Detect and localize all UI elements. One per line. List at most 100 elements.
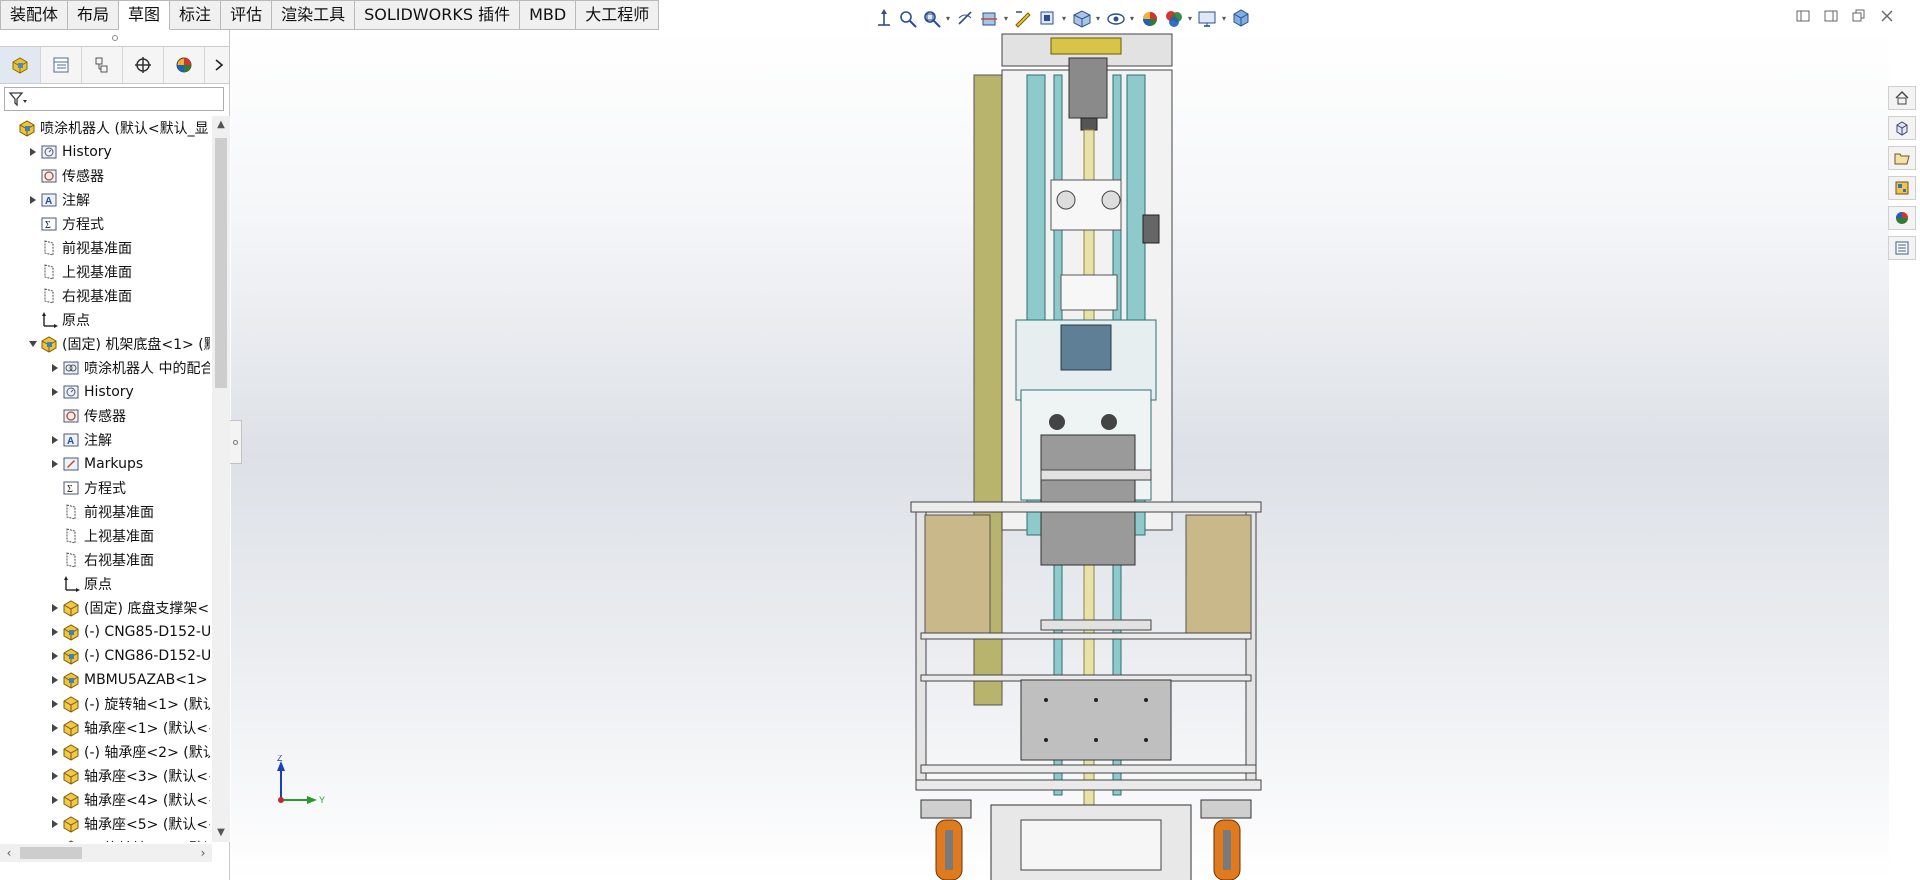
tree-item[interactable]: 右视基准面 (0, 548, 210, 572)
previous-view-icon[interactable] (954, 7, 976, 29)
tree-item[interactable]: (-) CNG85-D152-U (0, 620, 210, 644)
scroll-thumb[interactable] (215, 138, 227, 388)
expand-arrow-icon[interactable] (48, 812, 62, 836)
scroll-up-icon[interactable]: ▲ (212, 116, 230, 134)
tree-item[interactable]: (-) 旋转轴<3> (默认 (0, 836, 210, 842)
tree-item[interactable]: Σ 方程式 (0, 212, 210, 236)
dropdown-arrow-icon[interactable]: ▾ (1128, 7, 1136, 29)
tab-7[interactable]: MBD (520, 0, 577, 30)
zoom-area-icon[interactable] (920, 7, 942, 29)
expand-arrow-icon[interactable] (48, 692, 62, 716)
zoom-fit-icon[interactable] (896, 7, 918, 29)
appearances-icon[interactable] (1888, 206, 1916, 230)
expand-arrow-icon[interactable] (48, 836, 62, 842)
expand-arrow-icon[interactable] (48, 740, 62, 764)
expand-arrow-icon[interactable] (26, 188, 40, 212)
tree-item[interactable]: 轴承座<5> (默认<< (0, 812, 210, 836)
apply-scene-icon[interactable] (1162, 7, 1184, 29)
display-style-icon[interactable] (1070, 7, 1092, 29)
tab-2[interactable]: 草图 (119, 0, 171, 30)
tree-item[interactable]: A 注解 (0, 428, 210, 452)
tree-item[interactable]: 上视基准面 (0, 260, 210, 284)
graphics-area[interactable]: Z Y (231, 30, 1889, 880)
expand-arrow-icon[interactable] (48, 788, 62, 812)
edit-appearance-icon[interactable] (1138, 7, 1160, 29)
scroll-down-icon[interactable]: ▼ (212, 824, 230, 842)
tree-horizontal-scrollbar[interactable]: ‹ › (0, 844, 212, 862)
restore-window-icon[interactable] (1850, 7, 1868, 25)
tree-item[interactable]: MBMU5AZAB<1> (0, 668, 210, 692)
tree-item[interactable]: 原点 (0, 308, 210, 332)
tree-item[interactable]: 前视基准面 (0, 236, 210, 260)
tree-item[interactable]: 右视基准面 (0, 284, 210, 308)
expand-arrow-icon[interactable] (48, 380, 62, 404)
tree-item[interactable]: (-) 旋转轴<1> (默认 (0, 692, 210, 716)
expand-arrow-icon[interactable] (48, 452, 62, 476)
tree-item[interactable]: 轴承座<3> (默认<< (0, 764, 210, 788)
expand-arrow-icon[interactable] (48, 620, 62, 644)
tab-configuration-manager[interactable] (82, 47, 123, 83)
tab-0[interactable]: 装配体 (0, 0, 69, 30)
home-icon[interactable] (1888, 86, 1916, 110)
tree-item[interactable]: A 注解 (0, 188, 210, 212)
tree-item[interactable]: (固定) 机架底盘<1> (默 (0, 332, 210, 356)
tree-item[interactable]: 上视基准面 (0, 524, 210, 548)
tree-item[interactable]: Markups (0, 452, 210, 476)
tree-item[interactable]: 喷涂机器人 中的配合 (0, 356, 210, 380)
expand-arrow-icon[interactable] (48, 596, 62, 620)
tab-8[interactable]: 大工程师 (576, 0, 660, 30)
dropdown-arrow-icon[interactable]: ▾ (1060, 7, 1068, 29)
tree-item[interactable]: History (0, 140, 210, 164)
tab-feature-manager[interactable] (0, 47, 41, 83)
tree-item[interactable]: 传感器 (0, 164, 210, 188)
tile-right-icon[interactable] (1822, 7, 1840, 25)
cube-icon[interactable] (1230, 7, 1252, 29)
expand-arrow-icon[interactable] (48, 764, 62, 788)
tree-item[interactable]: 原点 (0, 572, 210, 596)
custom-properties-icon[interactable] (1888, 236, 1916, 260)
expand-arrow-icon[interactable] (48, 644, 62, 668)
view-settings-icon[interactable] (1196, 7, 1218, 29)
view-palette-icon[interactable] (1888, 176, 1916, 200)
tab-5[interactable]: 渲染工具 (272, 0, 356, 30)
tree-item[interactable]: 轴承座<1> (默认<< (0, 716, 210, 740)
expand-arrow-icon[interactable] (48, 428, 62, 452)
design-library-icon[interactable] (1888, 116, 1916, 140)
expand-arrow-icon[interactable] (48, 356, 62, 380)
tab-4[interactable]: 评估 (221, 0, 273, 30)
tree-item[interactable]: (-) 轴承座<2> (默认 (0, 740, 210, 764)
dropdown-arrow-icon[interactable]: ▾ (1186, 7, 1194, 29)
tree-item[interactable]: 传感器 (0, 404, 210, 428)
orient-icon[interactable] (872, 7, 894, 29)
expand-arrow-icon[interactable] (48, 716, 62, 740)
hscroll-thumb[interactable] (20, 847, 82, 859)
dropdown-arrow-icon[interactable]: ▾ (1002, 7, 1010, 29)
expand-arrow-icon[interactable] (26, 140, 40, 164)
tree-filter-box[interactable] (4, 87, 224, 111)
tree-item[interactable]: 轴承座<4> (默认<< (0, 788, 210, 812)
tab-1[interactable]: 布局 (68, 0, 120, 30)
hide-show-icon[interactable] (1104, 7, 1126, 29)
tab-property-manager[interactable] (41, 47, 82, 83)
tile-left-icon[interactable] (1794, 7, 1812, 25)
tab-dimxpert-manager[interactable] (123, 47, 164, 83)
tab-6[interactable]: SOLIDWORKS 插件 (355, 0, 521, 30)
dynamic-annotation-icon[interactable] (1012, 7, 1034, 29)
tree-vertical-scrollbar[interactable]: ▲ ▼ (212, 116, 230, 842)
tree-item[interactable]: (-) CNG86-D152-U (0, 644, 210, 668)
tree-item[interactable]: 喷涂机器人 (默认<默认_显 (0, 116, 210, 140)
tab-3[interactable]: 标注 (170, 0, 222, 30)
tab-display-manager[interactable] (164, 47, 205, 83)
panel-collapse-handle[interactable] (230, 420, 242, 464)
collapse-arrow-icon[interactable] (26, 332, 40, 356)
tree-item[interactable]: History (0, 380, 210, 404)
tree-item[interactable]: Σ 方程式 (0, 476, 210, 500)
section-view-icon[interactable] (978, 7, 1000, 29)
tree-item[interactable]: (固定) 底盘支撑架<1 (0, 596, 210, 620)
panel-grip-icon[interactable] (0, 30, 229, 46)
expand-arrow-icon[interactable] (48, 668, 62, 692)
more-tabs-arrow-icon[interactable] (209, 47, 229, 83)
tree-item[interactable]: 前视基准面 (0, 500, 210, 524)
scroll-left-icon[interactable]: ‹ (0, 844, 18, 862)
dropdown-arrow-icon[interactable]: ▾ (1220, 7, 1228, 29)
